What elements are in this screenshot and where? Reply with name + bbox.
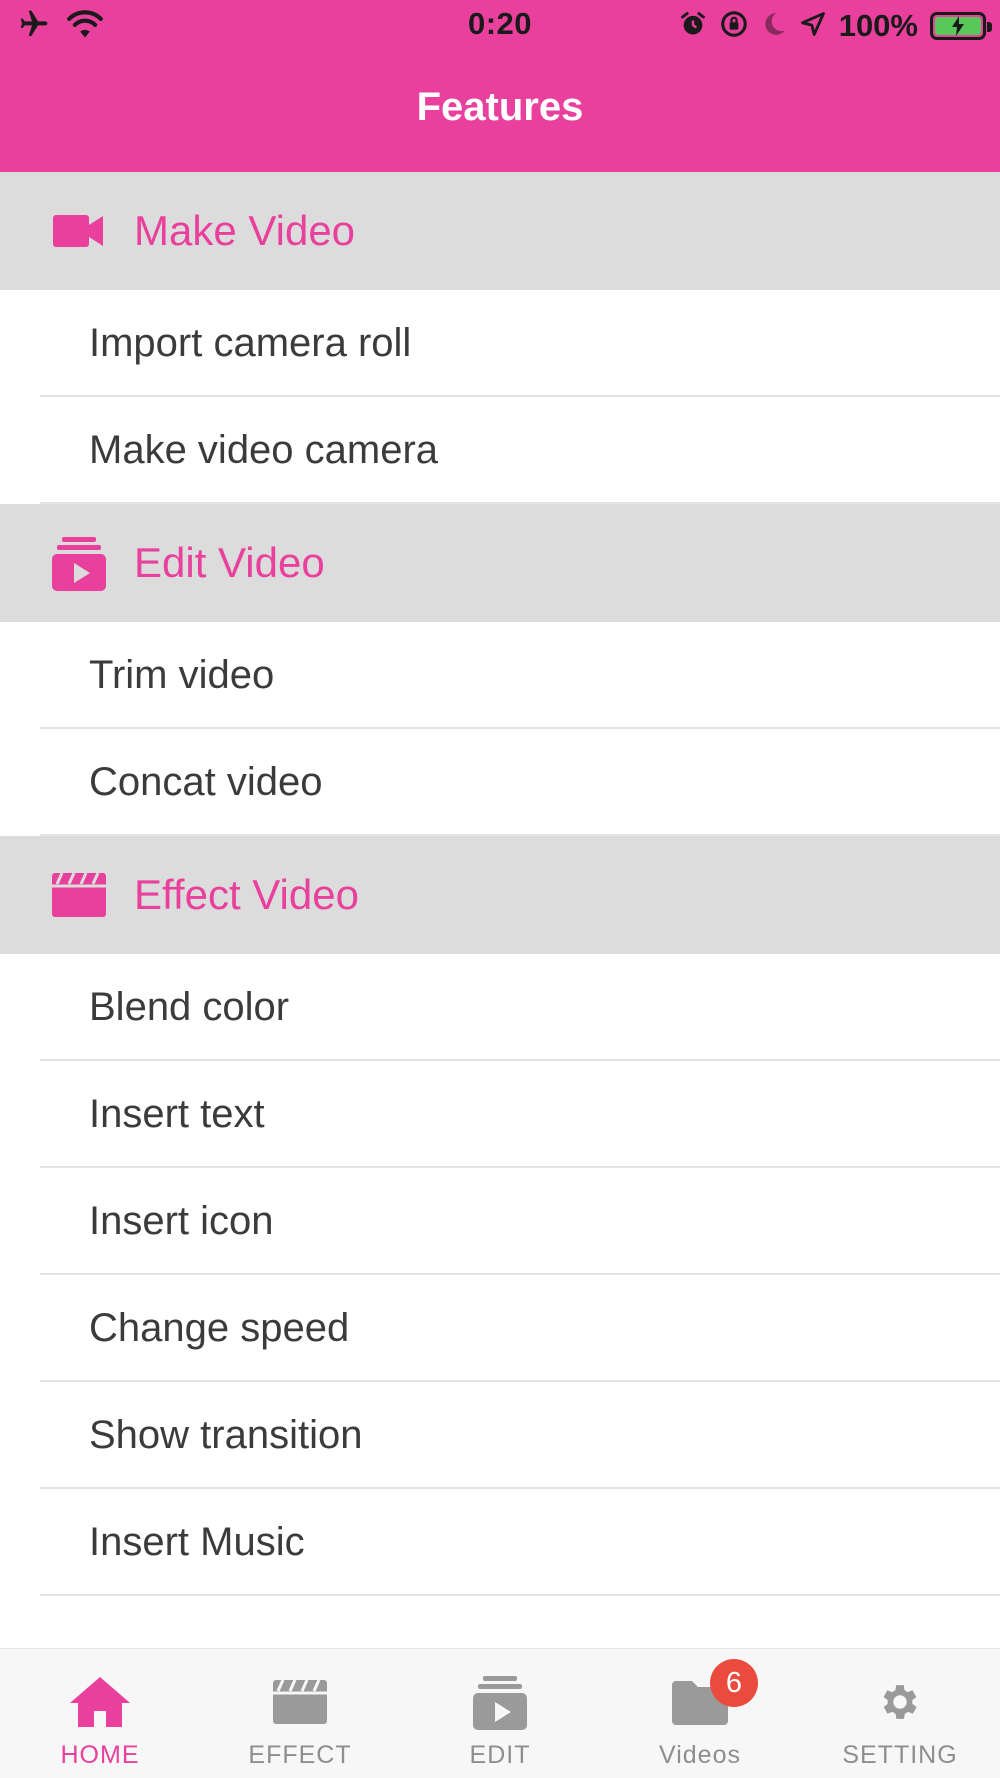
section-header-effect-video: Effect Video [0, 836, 1000, 954]
orientation-lock-icon [719, 9, 749, 44]
tab-videos[interactable]: 6 Videos [600, 1649, 800, 1778]
video-camera-icon [50, 202, 108, 260]
list-item-insert-text[interactable]: Insert text [0, 1061, 1000, 1168]
section-title: Make Video [134, 207, 356, 254]
video-stack-icon [50, 534, 108, 592]
clapperboard-icon [273, 1673, 327, 1731]
list-item-insert-music[interactable]: Insert Music [0, 1489, 1000, 1596]
section-title: Edit Video [134, 539, 325, 586]
tab-edit[interactable]: EDIT [400, 1649, 600, 1778]
location-icon [799, 10, 827, 43]
battery-fill [935, 16, 981, 36]
alarm-icon [679, 9, 707, 44]
section-header-edit-video: Edit Video [0, 504, 1000, 622]
tab-label: EFFECT [248, 1741, 352, 1769]
list-item-show-transition[interactable]: Show transition [0, 1382, 1000, 1489]
moon-icon [761, 10, 787, 43]
features-list: Make Video Import camera roll Make video… [0, 172, 1000, 1596]
section-title: Effect Video [134, 871, 359, 918]
videos-badge: 6 [710, 1659, 758, 1707]
tab-label: EDIT [469, 1741, 531, 1769]
list-item-blend-color[interactable]: Blend color [0, 954, 1000, 1061]
tab-label: SETTING [842, 1741, 958, 1769]
tab-label: HOME [60, 1741, 140, 1769]
list-item-insert-icon[interactable]: Insert icon [0, 1168, 1000, 1275]
home-icon [68, 1673, 132, 1731]
list-item-trim-video[interactable]: Trim video [0, 622, 1000, 729]
clapperboard-icon [50, 866, 108, 924]
list-item-import-camera-roll[interactable]: Import camera roll [0, 290, 1000, 397]
tab-setting[interactable]: SETTING [800, 1649, 1000, 1778]
tab-label: Videos [659, 1741, 741, 1769]
gear-icon [877, 1673, 923, 1731]
app-screen: 0:20 100% Features Make Video Import cam… [0, 0, 1000, 1778]
video-stack-icon [473, 1673, 527, 1731]
status-bar: 0:20 100% [0, 0, 1000, 52]
battery-percent: 100% [838, 8, 918, 43]
list-item-concat-video[interactable]: Concat video [0, 729, 1000, 836]
section-header-make-video: Make Video [0, 172, 1000, 290]
page-title: Features [416, 85, 584, 129]
tab-effect[interactable]: EFFECT [200, 1649, 400, 1778]
top-bar: 0:20 100% Features [0, 0, 1000, 172]
tab-bar: HOME EFFECT EDIT 6 Videos SETTING [0, 1648, 1000, 1778]
list-item-make-video-camera[interactable]: Make video camera [0, 397, 1000, 504]
folder-icon: 6 [672, 1659, 758, 1731]
battery-icon [930, 12, 992, 40]
battery-nub [987, 22, 992, 32]
status-right: 100% [679, 8, 992, 44]
tab-home[interactable]: HOME [0, 1649, 200, 1778]
list-item-change-speed[interactable]: Change speed [0, 1275, 1000, 1382]
